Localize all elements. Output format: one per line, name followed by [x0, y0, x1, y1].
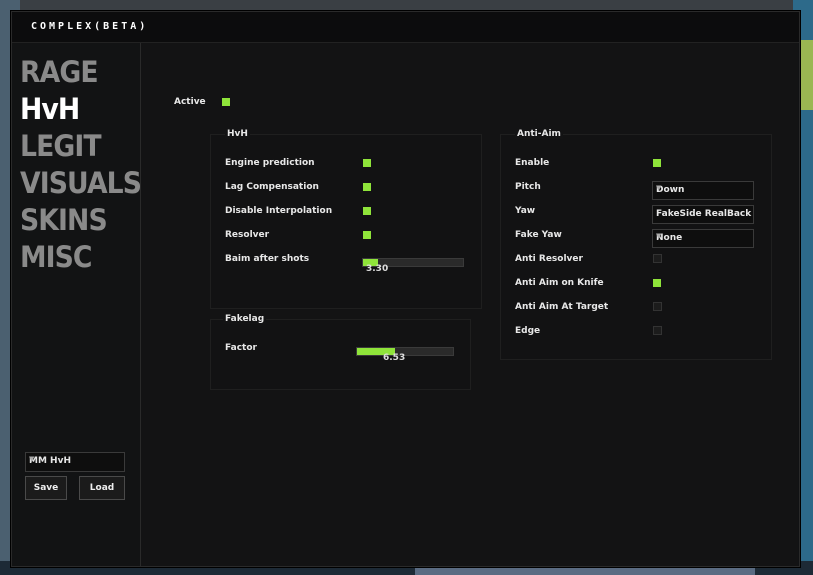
chevron-down-icon: ▼ — [29, 455, 35, 463]
disable-interpolation-label: Disable Interpolation — [225, 206, 333, 216]
aa-enable-label: Enable — [515, 158, 550, 168]
baim-slider-value: 3.30 — [366, 264, 389, 274]
hvh-group-title: HvH — [225, 129, 250, 139]
edge-label: Edge — [515, 326, 541, 336]
nav-item-skins[interactable]: SKINS — [20, 203, 108, 237]
resolver-label: Resolver — [225, 230, 270, 240]
config-select[interactable]: MM HvH ▼ — [25, 452, 125, 472]
anti-resolver-checkbox[interactable] — [653, 254, 662, 263]
resolver-checkbox[interactable] — [363, 231, 371, 239]
yaw-dropdown-value: FakeSide RealBack — [656, 209, 752, 219]
yaw-label: Yaw — [515, 206, 536, 216]
nav-item-misc[interactable]: MISC — [20, 240, 93, 274]
cheat-menu-window: COMPLEX(BETA) RAGE HvH LEGIT VISUALS SKI… — [11, 11, 800, 567]
pitch-dropdown[interactable]: Down ▼ — [652, 181, 754, 200]
nav-item-hvh[interactable]: HvH — [20, 92, 80, 126]
engine-prediction-checkbox[interactable] — [363, 159, 371, 167]
title-bar[interactable]: COMPLEX(BETA) — [12, 12, 799, 43]
nav-item-rage[interactable]: RAGE — [20, 55, 99, 89]
load-button[interactable]: Load — [79, 476, 125, 500]
yaw-dropdown[interactable]: FakeSide RealBack — [652, 205, 754, 224]
baim-after-shots-label: Baim after shots — [225, 254, 310, 264]
active-checkbox[interactable] — [222, 98, 230, 106]
anti-resolver-label: Anti Resolver — [515, 254, 583, 264]
factor-slider-value: 6.53 — [383, 353, 406, 363]
window-title: COMPLEX(BETA) — [31, 21, 149, 32]
fake-yaw-label: Fake Yaw — [515, 230, 562, 240]
anti-aim-group-title: Anti-Aim — [515, 129, 563, 139]
fake-yaw-dropdown[interactable]: None ▼ — [652, 229, 754, 248]
save-button[interactable]: Save — [25, 476, 67, 500]
anti-aim-knife-label: Anti Aim on Knife — [515, 278, 604, 288]
nav-item-visuals[interactable]: VISUALS — [20, 166, 142, 200]
chevron-down-icon: ▼ — [656, 232, 662, 240]
lag-compensation-label: Lag Compensation — [225, 182, 319, 192]
pitch-label: Pitch — [515, 182, 541, 192]
lag-compensation-checkbox[interactable] — [363, 183, 371, 191]
disable-interpolation-checkbox[interactable] — [363, 207, 371, 215]
main-panel: Active HvH Engine prediction Lag Compens… — [141, 43, 798, 566]
anti-aim-target-checkbox[interactable] — [653, 302, 662, 311]
factor-label: Factor — [225, 343, 257, 353]
sidebar: RAGE HvH LEGIT VISUALS SKINS MISC MM HvH… — [12, 43, 142, 566]
fakelag-group-title: Fakelag — [223, 314, 267, 324]
active-label: Active — [174, 97, 206, 107]
nav-item-legit[interactable]: LEGIT — [20, 129, 102, 163]
anti-aim-knife-checkbox[interactable] — [653, 279, 661, 287]
anti-aim-target-label: Anti Aim At Target — [515, 302, 609, 312]
engine-prediction-label: Engine prediction — [225, 158, 315, 168]
edge-checkbox[interactable] — [653, 326, 662, 335]
chevron-down-icon: ▼ — [656, 184, 662, 192]
aa-enable-checkbox[interactable] — [653, 159, 661, 167]
